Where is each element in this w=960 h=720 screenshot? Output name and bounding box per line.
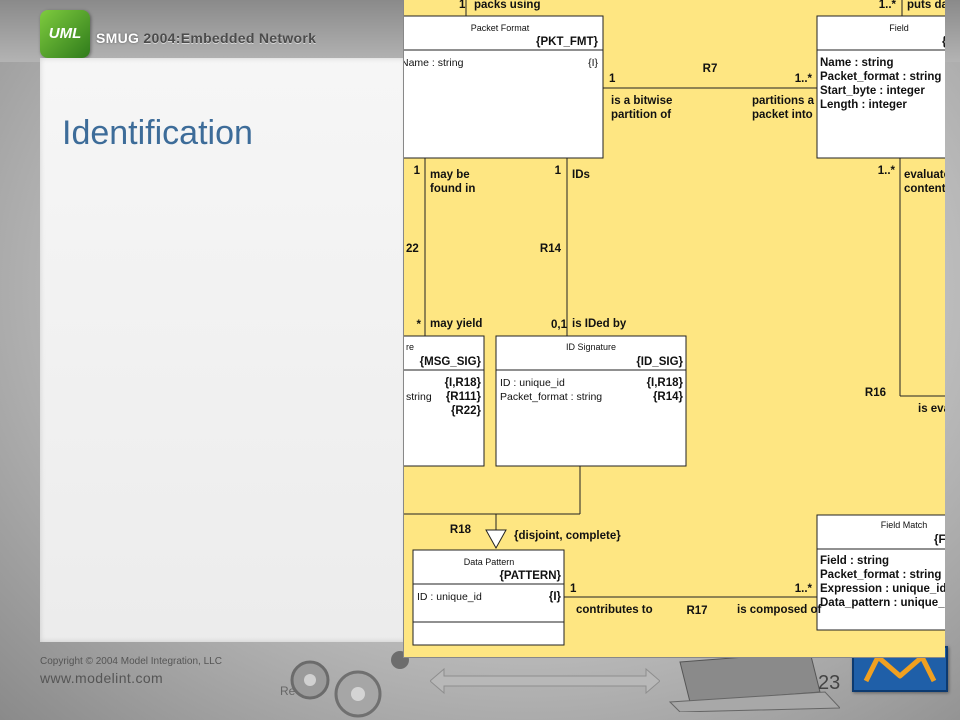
uml-class-diagram: Packet Format {PKT_FMT} Name : string {I… — [403, 0, 945, 658]
r16-phrase-top-1: evaluates — [904, 169, 945, 181]
msg-sig-attr-tag-2: {R111} — [446, 391, 482, 403]
r22-label: 22 — [406, 243, 419, 255]
id-signature-attr-id-tag: {I,R18} — [647, 377, 684, 389]
id-signature-attr-packet-format: Packet_format : string — [500, 391, 602, 403]
field-attr-packet-format: Packet_format : string — [820, 71, 941, 83]
r22-mult-top: 1 — [414, 165, 421, 177]
packet-format-id: {PKT_FMT} — [536, 36, 599, 48]
r16-phrase-bottom: is eval — [918, 403, 945, 415]
arrow-decoration-icon — [430, 667, 660, 695]
conference-title: SMUG 2004:Embedded Network — [96, 30, 316, 46]
packet-format-name: Packet Format — [471, 23, 530, 33]
top-mult-1: 1 — [459, 0, 466, 11]
slide-title: Identification — [62, 114, 253, 152]
uml-logo: UML — [40, 10, 90, 58]
laptop-icon — [668, 652, 840, 712]
field-attr-start-byte: Start_byte : integer — [820, 85, 925, 97]
msg-sig-id: {MSG_SIG} — [420, 356, 482, 368]
r7-phrase-right-1: partitions a — [752, 95, 815, 107]
r17-label: R17 — [686, 605, 707, 617]
id-signature-name: ID Signature — [566, 342, 616, 352]
msg-sig-attr-tag-1: {I,R18} — [445, 377, 482, 389]
data-pattern-attr-id-tag: {I} — [549, 591, 562, 603]
field-match-attr-expression: Expression : unique_id — [820, 583, 945, 595]
r16-label: R16 — [865, 387, 886, 399]
r14-phrase-top: IDs — [572, 169, 590, 181]
r22-phrase-top-2: found in — [430, 183, 475, 195]
top-mult-field: 1..* — [879, 0, 897, 11]
r22-phrase-top-1: may be — [430, 169, 470, 181]
msg-sig-attr-tag-3: {R22} — [451, 405, 482, 417]
r14-label: R14 — [540, 243, 562, 255]
r17-phrase-right: is composed of — [737, 604, 822, 616]
r18-constraint: {disjoint, complete} — [514, 530, 621, 542]
r17-mult-right: 1..* — [795, 583, 813, 595]
r16-phrase-top-2: contents — [904, 183, 945, 195]
field-id: {I — [942, 36, 945, 48]
field-match-attr-packet-format: Packet_format : string — [820, 569, 941, 581]
page-number: 23 — [818, 672, 841, 694]
r17-phrase-left: contributes to — [576, 604, 653, 616]
gears-icon — [290, 651, 409, 718]
conference-title-prefix: SMUG — [96, 30, 140, 46]
r18-label: R18 — [450, 524, 472, 536]
msg-sig-name: re — [406, 342, 414, 352]
packet-format-attr-name: Name : string — [404, 57, 464, 69]
packs-using-phrase: packs using — [474, 0, 540, 11]
id-signature-attr-id: ID : unique_id — [500, 377, 565, 389]
r7-phrase-right-2: packet into — [752, 109, 813, 121]
packet-format-attr-tag: {I} — [588, 57, 598, 69]
footer-url: www.modelint.com — [40, 670, 164, 686]
field-match-attr-data-pattern: Data_pattern : unique_id — [820, 597, 945, 609]
r14-mult-top: 1 — [555, 165, 562, 177]
field-match-id: {F — [934, 534, 945, 546]
r7-phrase-left-2: partition of — [611, 109, 671, 121]
field-name: Field — [889, 23, 909, 33]
r17-mult-left: 1 — [570, 583, 577, 595]
data-pattern-name: Data Pattern — [464, 557, 515, 567]
r7-phrase-left-1: is a bitwise — [611, 95, 672, 107]
data-pattern-id: {PATTERN} — [499, 570, 561, 582]
r7-mult-right: 1..* — [795, 73, 813, 85]
field-match-attr-field: Field : string — [820, 555, 889, 567]
r22-mult-bottom: * — [417, 319, 422, 331]
conference-title-rest: 2004:Embedded Network — [139, 30, 317, 46]
id-signature-attr-packet-format-tag: {R14} — [653, 391, 684, 403]
r16-mult-top: 1..* — [878, 165, 896, 177]
r7-label: R7 — [703, 63, 718, 75]
field-attr-name: Name : string — [820, 57, 894, 69]
footer-copyright: Copyright © 2004 Model Integration, LLC — [40, 656, 222, 667]
r14-phrase-bottom: is IDed by — [572, 318, 627, 330]
msg-sig-attr-name-2: string — [406, 391, 432, 403]
diagram-canvas: Packet Format {PKT_FMT} Name : string {I… — [404, 0, 945, 646]
id-signature-id: {ID_SIG} — [636, 356, 683, 368]
r22-phrase-bottom: may yield — [430, 318, 482, 330]
field-attr-length: Length : integer — [820, 99, 907, 111]
puts-data-phrase: puts data — [907, 0, 945, 11]
r14-mult-bottom: 0,1 — [551, 319, 568, 331]
r7-mult-left: 1 — [609, 73, 616, 85]
data-pattern-attr-id: ID : unique_id — [417, 591, 482, 603]
field-match-name: Field Match — [881, 520, 928, 530]
